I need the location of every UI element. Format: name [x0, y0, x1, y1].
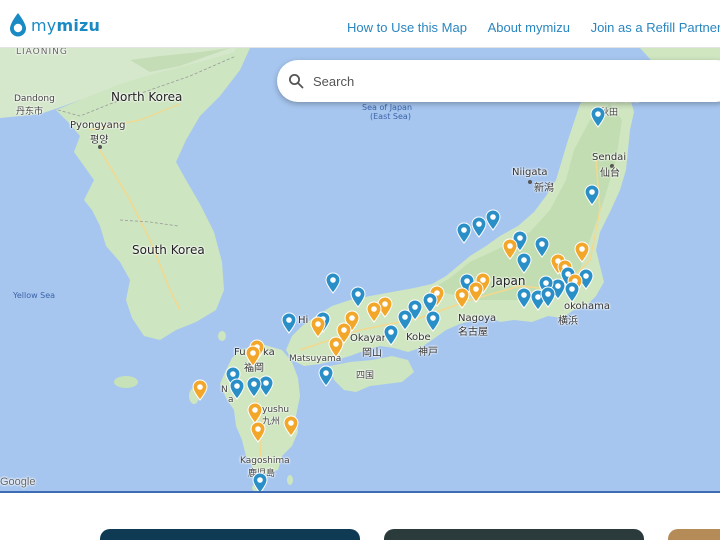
refill-spot-pin-icon[interactable]: [456, 222, 472, 244]
map-label-pyongyang: Pyongyang: [70, 120, 126, 131]
map-label-kagoshima: Kagoshima: [240, 456, 290, 466]
location-card[interactable]: [668, 529, 720, 540]
map-label-dandong-local: 丹东市: [16, 107, 44, 117]
refill-spot-pin-icon[interactable]: [325, 272, 341, 294]
map-label-okayama: Okayar: [350, 333, 386, 344]
refill-spot-pin-icon[interactable]: [229, 378, 245, 400]
mymizu-logo[interactable]: mymizu: [9, 12, 100, 38]
search-icon: [289, 74, 304, 89]
search-input[interactable]: [313, 68, 713, 94]
map-label-liaoning: LIAONING: [16, 48, 68, 57]
location-card[interactable]: [100, 529, 360, 540]
map-label-dandong: Dandong: [14, 94, 55, 104]
refill-partner-pin-icon[interactable]: [310, 316, 326, 338]
map-label-japan: Japan: [492, 274, 526, 288]
refill-partner-pin-icon[interactable]: [245, 345, 261, 367]
refill-spot-pin-icon[interactable]: [318, 365, 334, 387]
map-label-south-korea: South Korea: [132, 243, 205, 257]
refill-spot-pin-icon[interactable]: [584, 184, 600, 206]
refill-map[interactable]: LIAONING Dandong 丹东市 North Korea Pyongya…: [0, 48, 720, 492]
map-label-pyongyang-local: 평양: [90, 135, 109, 146]
map-label-niigata-local: 新潟: [534, 183, 554, 194]
refill-spot-pin-icon[interactable]: [471, 216, 487, 238]
refill-partner-pin-icon[interactable]: [366, 301, 382, 323]
refill-spot-pin-icon[interactable]: [383, 324, 399, 346]
refill-partner-pin-icon[interactable]: [574, 241, 590, 263]
refill-spot-pin-icon[interactable]: [540, 286, 556, 308]
top-navigation-bar: mymizu How to Use this Map About mymizu …: [0, 0, 720, 48]
map-label-nagoya-local: 名古屋: [458, 327, 488, 338]
nav-link-how-to-use[interactable]: How to Use this Map: [347, 20, 467, 35]
nav-link-refill-partner[interactable]: Join as a Refill Partner: [591, 20, 720, 35]
refill-spot-pin-icon[interactable]: [425, 310, 441, 332]
refill-spot-pin-icon[interactable]: [397, 309, 413, 331]
refill-partner-pin-icon[interactable]: [283, 415, 299, 437]
map-label-kobe: Kobe: [406, 332, 431, 343]
google-attribution-logo[interactable]: Google: [0, 476, 35, 488]
map-label-fukuoka: Fu: [234, 347, 246, 358]
logo-wordmark: mymizu: [31, 15, 101, 35]
refill-spot-pin-icon[interactable]: [485, 209, 501, 231]
map-label-north-korea: North Korea: [111, 90, 183, 104]
map-label-niigata: Niigata: [512, 167, 548, 178]
map-label-yellow-sea: Yellow Sea: [13, 291, 56, 300]
refill-spot-pin-icon[interactable]: [516, 252, 532, 274]
water-drop-logo-icon: [10, 13, 26, 37]
map-label-east-sea: (East Sea): [370, 112, 411, 121]
refill-spot-pin-icon[interactable]: [590, 106, 606, 128]
map-label-kobe-local: 神戸: [418, 347, 438, 358]
location-card[interactable]: [384, 529, 644, 540]
map-label-sendai-local: 仙台: [600, 168, 620, 179]
map-search-box[interactable]: [277, 60, 720, 102]
map-label-shikoku-local: 四国: [356, 371, 375, 381]
refill-partner-pin-icon[interactable]: [192, 379, 208, 401]
refill-spot-pin-icon[interactable]: [350, 286, 366, 308]
refill-spot-pin-icon[interactable]: [281, 312, 297, 334]
refill-spot-pin-icon[interactable]: [534, 236, 550, 258]
refill-partner-pin-icon[interactable]: [468, 281, 484, 303]
location-cards-strip: [0, 493, 720, 540]
refill-partner-pin-icon[interactable]: [454, 287, 470, 309]
refill-partner-pin-icon[interactable]: [328, 336, 344, 358]
map-label-yokohama-local: 横浜: [558, 316, 578, 327]
main-nav: How to Use this Map About mymizu Join as…: [347, 20, 720, 35]
map-label-okayama-local: 岡山: [362, 348, 382, 359]
nav-link-about[interactable]: About mymizu: [488, 20, 570, 35]
map-label-hiroshima: Hi: [298, 315, 309, 326]
refill-spot-pin-icon[interactable]: [246, 376, 262, 398]
refill-partner-pin-icon[interactable]: [250, 421, 266, 443]
refill-spot-pin-icon[interactable]: [252, 472, 268, 492]
refill-spot-pin-icon[interactable]: [564, 281, 580, 303]
map-label-sea-of-japan: Sea of Japan: [362, 103, 413, 112]
map-label-sendai: Sendai: [592, 152, 627, 163]
